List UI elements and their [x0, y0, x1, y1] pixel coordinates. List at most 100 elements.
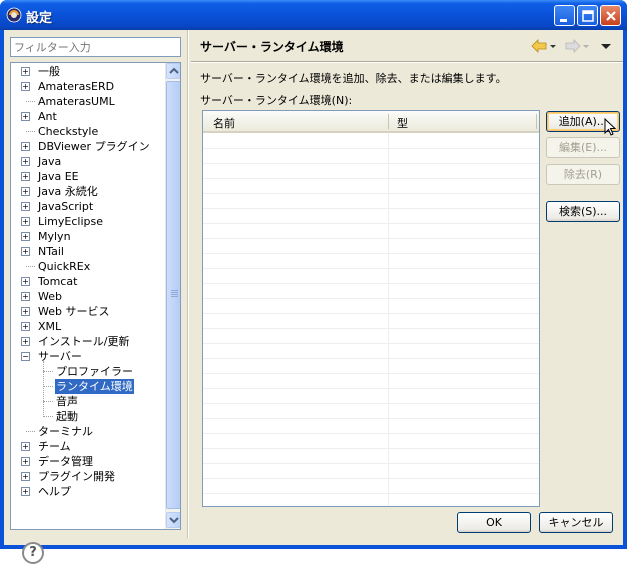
chevron-down-icon [169, 517, 179, 524]
page-description: サーバー・ランタイム環境を追加、除去、または編集します。 [200, 72, 507, 85]
tree-item-label: Java 永続化 [38, 185, 98, 198]
cancel-button[interactable]: キャンセル [539, 512, 613, 533]
column-header-name[interactable]: 名前 [213, 115, 235, 131]
tree-item[interactable]: + Web [11, 289, 164, 304]
expand-icon[interactable]: + [21, 67, 30, 76]
page-title: サーバー・ランタイム環境 [200, 40, 344, 54]
tree-item[interactable]: + Web サービス [11, 304, 164, 319]
tree-item-label: JavaScript [38, 200, 94, 213]
tree-item[interactable]: + XML [11, 319, 164, 334]
expand-icon[interactable]: + [21, 217, 30, 226]
column-header-type[interactable]: 型 [397, 115, 408, 131]
expand-icon[interactable]: + [21, 307, 30, 316]
tree-item[interactable]: + NTail [11, 244, 164, 259]
tree-item-label: Java [38, 155, 62, 168]
close-button[interactable] [600, 5, 621, 26]
help-icon[interactable]: ? [22, 542, 44, 564]
tree-item-label: XML [38, 320, 62, 333]
tree-item[interactable]: + プラグイン開発 [11, 469, 164, 484]
expand-icon[interactable]: + [21, 277, 30, 286]
expand-icon[interactable]: + [21, 487, 30, 496]
tree-item[interactable]: + Mylyn [11, 229, 164, 244]
tree-item[interactable]: + AmaterasERD [11, 79, 164, 94]
sash-divider[interactable] [187, 30, 189, 538]
tree-item[interactable]: + チーム [11, 439, 164, 454]
runtime-table[interactable]: 名前 型 [202, 110, 540, 507]
tree-item-label: Tomcat [38, 275, 78, 288]
tree-item[interactable]: + Java EE [11, 169, 164, 184]
title-bar[interactable]: 設定 [0, 0, 627, 30]
window-title: 設定 [26, 11, 53, 26]
expand-icon[interactable]: + [21, 247, 30, 256]
table-header: 名前 型 [203, 111, 539, 133]
tree-item[interactable]: + JavaScript [11, 199, 164, 214]
eclipse-icon [6, 7, 22, 23]
tree-item[interactable]: AmaterasUML [11, 94, 164, 109]
expand-icon[interactable]: + [21, 457, 30, 466]
expand-icon[interactable]: + [21, 292, 30, 301]
remove-button[interactable]: 除去(R) [546, 164, 620, 185]
expand-icon[interactable]: + [21, 172, 30, 181]
tree-item-label: Ant [38, 110, 57, 123]
tree-item-label: インストール/更新 [38, 335, 130, 348]
scroll-down-button[interactable] [166, 512, 180, 528]
tree-item[interactable]: Checkstyle [11, 124, 164, 139]
tree-item[interactable]: + Java [11, 154, 164, 169]
tree-item[interactable]: + 一般 [11, 64, 164, 79]
scroll-thumb[interactable] [166, 81, 180, 509]
tree-item[interactable]: + Java 永続化 [11, 184, 164, 199]
chevron-up-icon [169, 67, 179, 74]
view-menu-icon[interactable] [600, 38, 612, 54]
tree-item[interactable]: + Tomcat [11, 274, 164, 289]
expand-icon[interactable]: + [21, 187, 30, 196]
tree-item-label: Web サービス [38, 305, 110, 318]
title-divider [191, 61, 623, 63]
tree-item-label: 音声 [56, 395, 78, 408]
tree-item[interactable]: − サーバー [11, 349, 164, 364]
back-arrow-icon[interactable] [530, 38, 556, 54]
tree-item-label: チーム [38, 440, 71, 453]
preferences-tree[interactable]: + 一般 + AmaterasERD AmaterasUML + Ant Checkstyle… [10, 62, 181, 530]
tree-item[interactable]: + DBViewer プラグイン [11, 139, 164, 154]
tree-item-label: ヘルプ [38, 485, 71, 498]
expand-icon[interactable]: + [21, 202, 30, 211]
tree-item[interactable]: + ヘルプ [11, 484, 164, 499]
tree-item[interactable]: + インストール/更新 [11, 334, 164, 349]
expand-icon[interactable]: + [21, 337, 30, 346]
tree-item[interactable]: + Ant [11, 109, 164, 124]
expand-icon[interactable]: + [21, 442, 30, 451]
expand-icon[interactable]: + [21, 157, 30, 166]
expand-icon[interactable]: + [21, 322, 30, 331]
maximize-button[interactable] [577, 5, 598, 26]
tree-item[interactable]: + データ管理 [11, 454, 164, 469]
tree-item[interactable]: + LimyEclipse [11, 214, 164, 229]
tree-item[interactable]: 起動 [11, 409, 164, 424]
minimize-button[interactable] [554, 5, 575, 26]
filter-input[interactable] [10, 37, 181, 57]
tree-scrollbar[interactable] [165, 63, 180, 529]
mouse-cursor-icon [604, 118, 617, 136]
tree-item-label: Java EE [38, 170, 79, 183]
tree-item[interactable]: ターミナル [11, 424, 164, 439]
maximize-icon [582, 10, 594, 22]
runtime-list-label: サーバー・ランタイム環境(N): [200, 94, 353, 107]
forward-arrow-icon[interactable] [564, 38, 590, 54]
scroll-up-button[interactable] [166, 63, 180, 79]
expand-icon[interactable]: + [21, 142, 30, 151]
search-button[interactable]: 検索(S)... [546, 201, 620, 222]
expand-icon[interactable]: + [21, 82, 30, 91]
tree-item[interactable]: QuickREx [11, 259, 164, 274]
expand-icon[interactable]: + [21, 472, 30, 481]
tree-item-label: DBViewer プラグイン [38, 140, 150, 153]
collapse-icon[interactable]: − [21, 352, 30, 361]
ok-button[interactable]: OK [457, 512, 531, 533]
expand-icon[interactable]: + [21, 112, 30, 121]
tree-item-label: 起動 [56, 410, 78, 423]
tree-item[interactable]: 音声 [11, 394, 164, 409]
tree-item-label: Web [38, 290, 62, 303]
expand-icon[interactable]: + [21, 232, 30, 241]
edit-button[interactable]: 編集(E)... [546, 137, 620, 158]
tree-item[interactable]: プロファイラー [11, 364, 164, 379]
tree-item-label: プラグイン開発 [38, 470, 115, 483]
tree-item[interactable]: ランタイム環境 [11, 379, 164, 394]
